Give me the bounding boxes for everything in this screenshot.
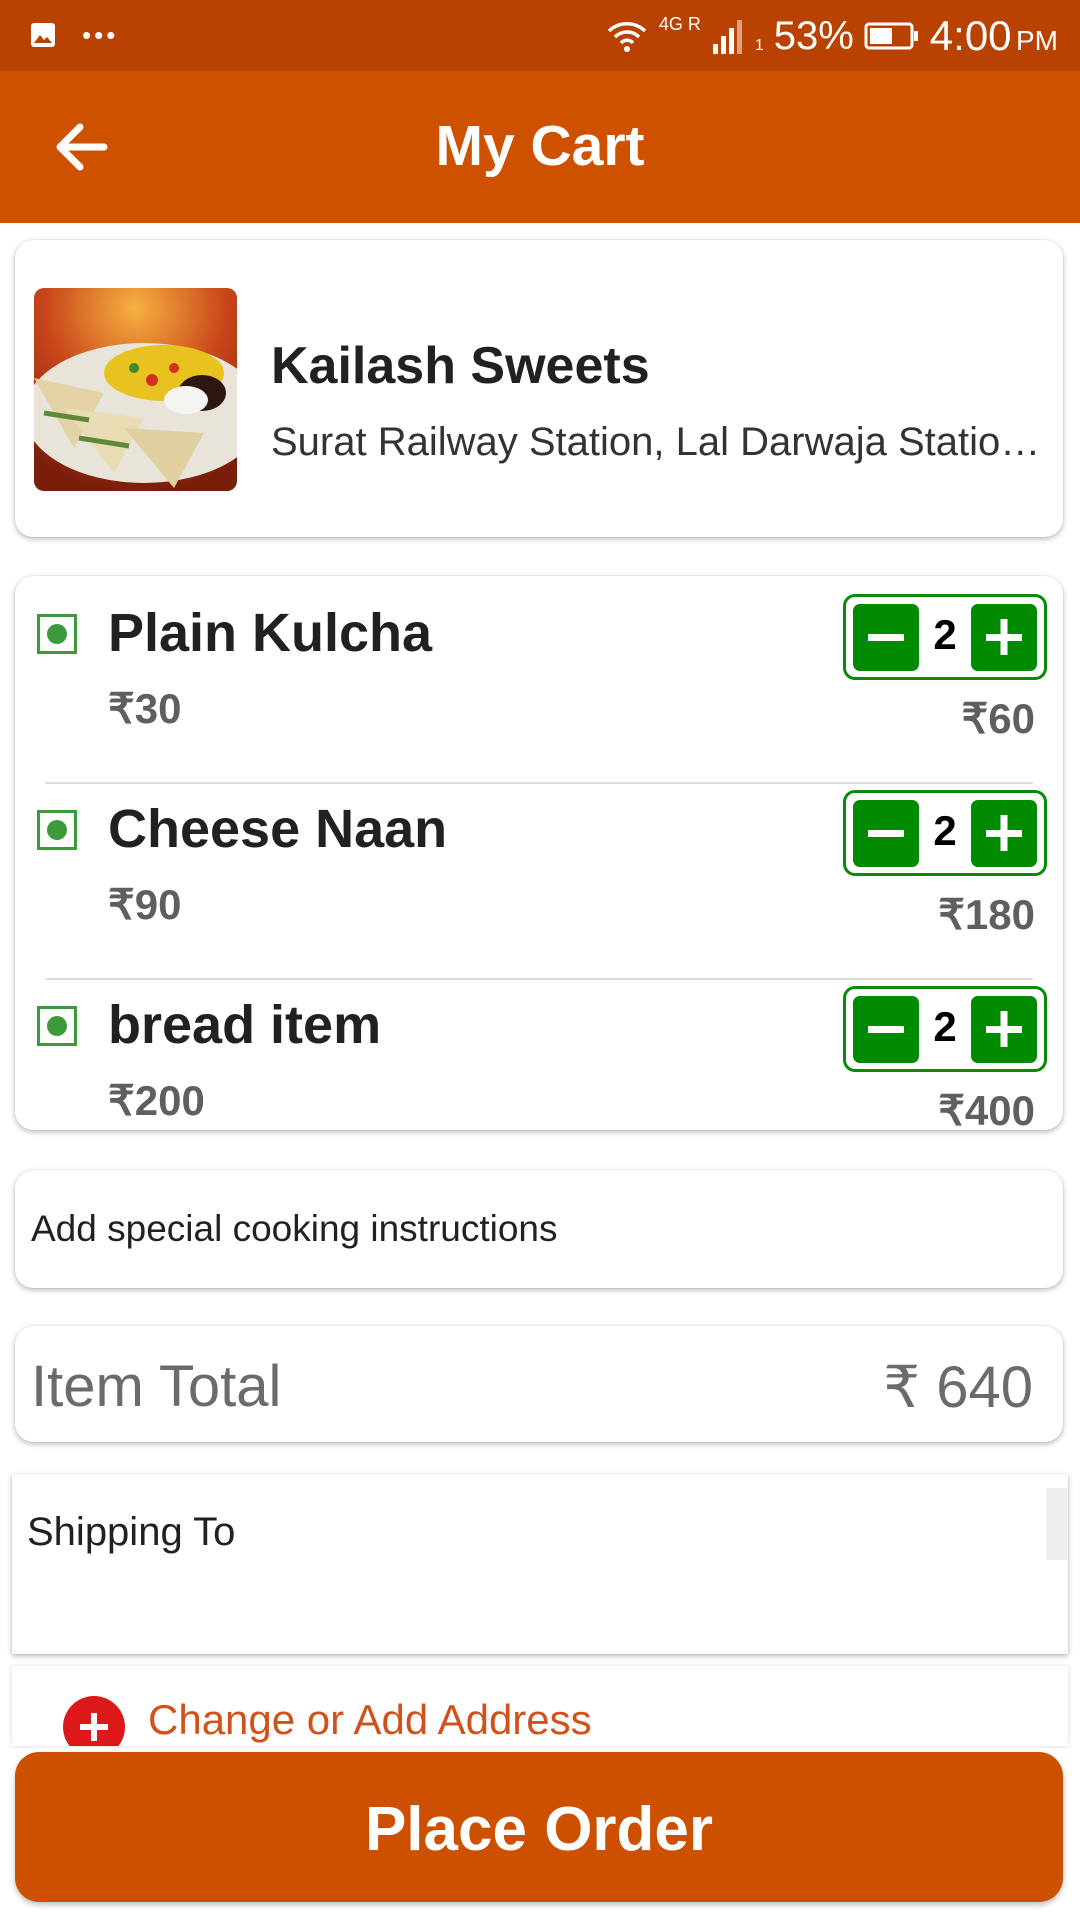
item-price: ₹200 (108, 1077, 205, 1124)
quantity-value: 2 (933, 807, 957, 854)
decrease-quantity-button[interactable] (853, 604, 919, 671)
network-type: 4G R (658, 13, 701, 34)
increase-quantity-button[interactable] (971, 996, 1037, 1063)
restaurant-address: Surat Railway Station, Lal Darwaja Stati… (271, 420, 1051, 464)
clock-time: 4:00 (929, 12, 1012, 59)
scrollbar[interactable] (1046, 1488, 1068, 1560)
shipping-card: Shipping To (12, 1474, 1068, 1654)
cart-item: Cheese Naan ₹90 2 ₹180 (15, 784, 1063, 980)
item-price: ₹30 (108, 685, 182, 732)
item-total-label: Item Total (31, 1354, 282, 1419)
quantity-stepper: 2 (843, 594, 1047, 680)
plus-icon (986, 619, 1022, 655)
plus-icon (986, 815, 1022, 851)
wifi-icon (605, 19, 649, 53)
cart-item: bread item ₹200 2 ₹400 (15, 980, 1063, 1134)
signal-icon (711, 16, 745, 56)
veg-indicator-icon (37, 1006, 77, 1046)
more-dots-icon: ••• (82, 20, 119, 50)
cart-items-card: Plain Kulcha ₹30 2 ₹60 Cheese Naan ₹90 2… (15, 576, 1063, 1134)
quantity-value: 2 (933, 611, 957, 658)
item-line-total: ₹400 (938, 1087, 1035, 1134)
quantity-stepper: 2 (843, 790, 1047, 876)
item-total-value: ₹ 640 (883, 1355, 1033, 1420)
battery-percent: 53% (773, 13, 854, 58)
item-price: ₹90 (108, 881, 182, 928)
increase-quantity-button[interactable] (971, 800, 1037, 867)
add-circle-icon (63, 1696, 125, 1746)
place-order-label: Place Order (364, 1795, 714, 1864)
item-line-total: ₹60 (961, 695, 1035, 742)
page-title: My Cart (435, 114, 645, 178)
item-name: bread item (108, 995, 382, 1055)
battery-icon (864, 21, 920, 51)
plus-icon (986, 1011, 1022, 1047)
item-line-total: ₹180 (938, 891, 1035, 938)
clock-ampm: PM (1016, 25, 1058, 56)
minus-icon (868, 634, 904, 641)
decrease-quantity-button[interactable] (853, 800, 919, 867)
screen: ••• 4G R 1 53% 4:00 PM My Cart Kailash S… (0, 0, 1080, 1920)
minus-icon (868, 830, 904, 837)
item-total-card: Item Total ₹ 640 (15, 1326, 1063, 1442)
cart-item: Plain Kulcha ₹30 2 ₹60 (15, 588, 1063, 784)
minus-icon (868, 1026, 904, 1033)
change-address-label: Change or Add Address (148, 1696, 592, 1743)
item-name: Cheese Naan (108, 799, 448, 859)
restaurant-name: Kailash Sweets (271, 337, 650, 395)
quantity-stepper: 2 (843, 986, 1047, 1072)
cooking-instructions-field[interactable]: Add special cooking instructions (15, 1170, 1063, 1288)
veg-indicator-icon (37, 810, 77, 850)
decrease-quantity-button[interactable] (853, 996, 919, 1063)
veg-indicator-icon (37, 614, 77, 654)
status-bar: ••• 4G R 1 53% 4:00 PM (0, 0, 1080, 71)
change-address-button[interactable]: Change or Add Address (12, 1666, 1068, 1746)
app-bar: My Cart (0, 71, 1080, 223)
item-name: Plain Kulcha (108, 603, 433, 663)
increase-quantity-button[interactable] (971, 604, 1037, 671)
shipping-title: Shipping To (27, 1510, 236, 1554)
sim-slot: 1 (754, 37, 764, 54)
instructions-label: Add special cooking instructions (31, 1208, 558, 1249)
gallery-icon (31, 23, 55, 47)
quantity-value: 2 (933, 1003, 957, 1050)
restaurant-card[interactable]: Kailash Sweets Surat Railway Station, La… (15, 240, 1063, 537)
restaurant-image (34, 288, 237, 491)
place-order-button[interactable]: Place Order (15, 1752, 1063, 1902)
